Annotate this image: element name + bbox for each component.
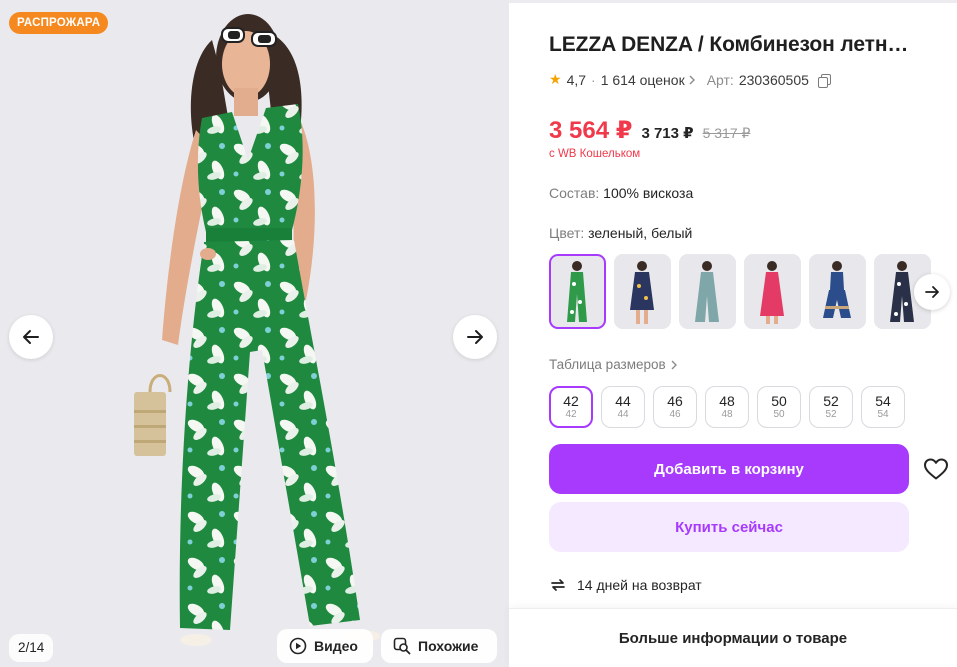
size-sub: 44 (617, 409, 629, 420)
reviews-count: 1 614 оценок (600, 71, 685, 88)
size-main: 46 (667, 393, 683, 409)
product-meta: ★ 4,7 · 1 614 оценок Арт: 230360505 (549, 71, 831, 88)
size-option[interactable]: 46 46 (653, 386, 697, 428)
size-option[interactable]: 50 50 (757, 386, 801, 428)
article-number: 230360505 (738, 71, 809, 88)
color-variant[interactable] (809, 254, 866, 329)
sale-badge: РАСПРОЖАРА (9, 12, 109, 34)
chevron-right-icon (671, 360, 677, 369)
regular-price: 3 713 ₽ (641, 125, 694, 142)
size-main: 42 (563, 393, 579, 409)
size-selector: 42 42 44 44 46 46 48 48 50 50 52 52 54 5… (549, 386, 905, 428)
size-main: 54 (875, 393, 891, 409)
returns-info: 14 дней на возврат (549, 576, 702, 594)
search-similar-icon (393, 637, 411, 655)
chevron-right-icon (689, 75, 695, 84)
add-to-cart-button[interactable]: Добавить в корзину (549, 444, 909, 494)
size-option[interactable]: 54 54 (861, 386, 905, 428)
rating-value: 4,7 (566, 71, 587, 88)
similar-label: Похожие (418, 638, 479, 654)
composition-row: Состав: 100% вискоза (549, 185, 693, 201)
favorite-button[interactable] (922, 455, 950, 483)
prev-image-button[interactable] (9, 315, 53, 359)
composition-value: 100% вискоза (603, 185, 694, 201)
play-icon (289, 637, 307, 655)
buy-now-button[interactable]: Купить сейчас (549, 502, 909, 552)
color-variant[interactable] (679, 254, 736, 329)
size-main: 52 (823, 393, 839, 409)
arrow-left-icon (23, 330, 39, 344)
copy-icon[interactable] (817, 73, 831, 88)
more-info-button[interactable]: Больше информации о товаре (509, 608, 957, 667)
size-sub: 48 (721, 409, 733, 420)
color-row: Цвет: зеленый, белый (549, 225, 692, 241)
size-main: 48 (719, 393, 735, 409)
size-option[interactable]: 48 48 (705, 386, 749, 428)
return-icon (551, 579, 565, 591)
price-row: 3 564 ₽ 3 713 ₽ 5 317 ₽ (549, 116, 750, 145)
wallet-price: 3 564 ₽ (549, 117, 633, 144)
color-label: Цвет: (549, 225, 585, 241)
size-sub: 42 (565, 409, 577, 420)
color-variant[interactable] (549, 254, 606, 329)
similar-button[interactable]: Похожие (381, 629, 497, 663)
variants-next-button[interactable] (914, 274, 950, 310)
size-sub: 50 (773, 409, 785, 420)
article-label: Арт: (706, 71, 734, 88)
meta-separator: · (591, 71, 596, 88)
size-option[interactable]: 44 44 (601, 386, 645, 428)
arrow-right-icon (467, 330, 483, 344)
top-divider (509, 0, 957, 3)
color-value: зеленый, белый (588, 225, 693, 241)
color-variant[interactable] (744, 254, 801, 329)
product-gallery: РАСПРОЖАРА 2/14 Видео Похожие (0, 0, 509, 667)
composition-label: Состав: (549, 185, 600, 201)
size-table-link[interactable]: Таблица размеров (549, 357, 678, 372)
size-main: 44 (615, 393, 631, 409)
size-table-label: Таблица размеров (549, 357, 666, 372)
heart-icon (924, 458, 948, 480)
color-variant[interactable] (614, 254, 671, 329)
old-price: 5 317 ₽ (702, 125, 751, 141)
size-sub: 52 (825, 409, 837, 420)
video-button[interactable]: Видео (277, 629, 373, 663)
size-option[interactable]: 42 42 (549, 386, 593, 428)
arrow-right-icon (925, 286, 939, 298)
star-icon: ★ (549, 71, 562, 87)
video-label: Видео (314, 638, 358, 654)
product-title: LEZZA DENZA / Комбинезон летн… (549, 33, 909, 56)
wallet-note: с WB Кошельком (549, 148, 641, 160)
size-main: 50 (771, 393, 787, 409)
size-sub: 54 (877, 409, 889, 420)
next-image-button[interactable] (453, 315, 497, 359)
color-variants (549, 254, 931, 329)
returns-text: 14 дней на возврат (577, 577, 702, 593)
reviews-link[interactable]: 1 614 оценок (601, 72, 696, 88)
image-counter: 2/14 (9, 634, 54, 662)
size-sub: 46 (669, 409, 681, 420)
size-option[interactable]: 52 52 (809, 386, 853, 428)
product-photo[interactable] (0, 0, 509, 667)
